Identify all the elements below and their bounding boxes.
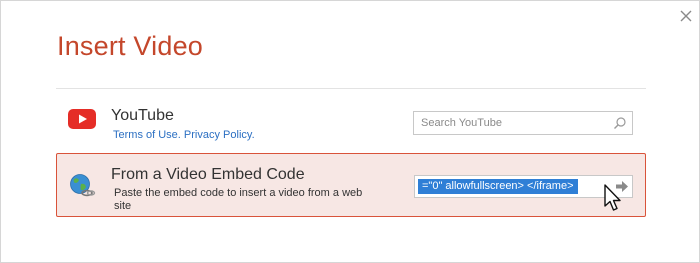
search-placeholder: Search YouTube <box>421 117 502 129</box>
embed-code-label: From a Video Embed Code <box>111 166 305 183</box>
embed-code-option[interactable]: From a Video Embed Code Paste the embed … <box>56 153 646 217</box>
search-icon[interactable] <box>613 116 627 130</box>
close-button[interactable] <box>677 7 695 25</box>
youtube-links: Terms of Use. Privacy Policy. <box>113 129 255 141</box>
embed-code-input[interactable]: ="0" allowfullscreen> </iframe> <box>414 175 633 198</box>
close-icon <box>680 10 692 22</box>
mouse-pointer-icon <box>604 184 621 211</box>
youtube-label: YouTube <box>111 107 174 124</box>
dialog-title: Insert Video <box>57 31 203 61</box>
youtube-search-input[interactable]: Search YouTube <box>413 111 633 135</box>
globe-icon <box>70 174 96 197</box>
embed-code-description: Paste the embed code to insert a video f… <box>114 187 363 212</box>
privacy-policy-link[interactable]: Privacy Policy. <box>184 129 255 141</box>
embed-code-value: ="0" allowfullscreen> </iframe> <box>418 179 578 194</box>
divider <box>56 88 646 89</box>
youtube-option[interactable]: YouTube Terms of Use. Privacy Policy. Se… <box>56 98 646 148</box>
terms-of-use-link[interactable]: Terms of Use. <box>113 129 181 141</box>
insert-video-dialog: Insert Video YouTube Terms of Use. Priva… <box>0 0 700 263</box>
youtube-icon <box>68 109 96 129</box>
